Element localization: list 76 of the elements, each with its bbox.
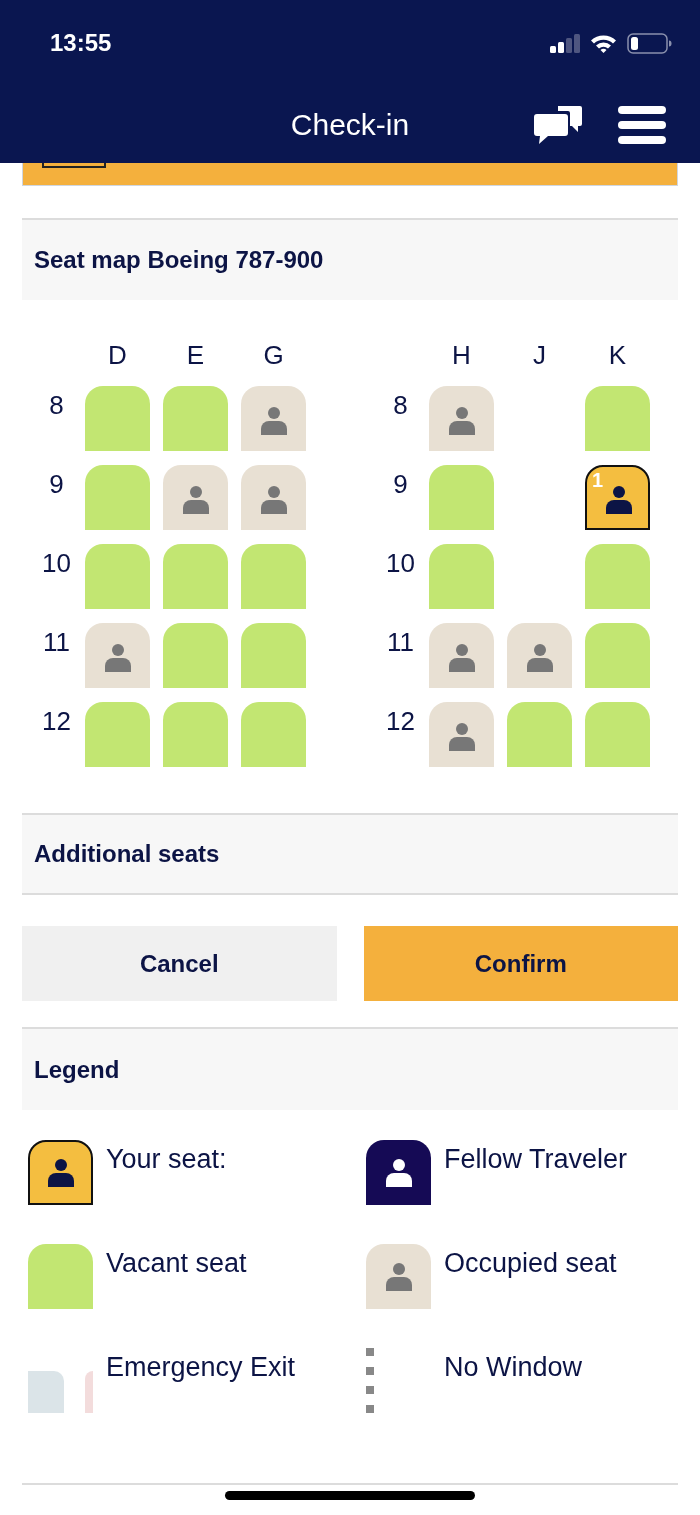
person-icon <box>448 643 475 672</box>
vacant-seat[interactable] <box>85 465 150 530</box>
vacant-seat[interactable] <box>585 623 650 688</box>
row-number: 10 <box>42 548 71 578</box>
vacant-seat[interactable] <box>585 702 650 767</box>
row-number: 11 <box>43 627 70 657</box>
vacant-seat[interactable] <box>241 702 306 767</box>
column-letter: H <box>451 340 472 370</box>
row-number: 9 <box>393 469 408 499</box>
vacant-seat[interactable] <box>585 544 650 609</box>
legend-label: Occupied seat <box>444 1247 617 1279</box>
frame-icon <box>42 163 106 168</box>
person-icon <box>260 485 287 514</box>
occupied-seat[interactable] <box>429 386 494 451</box>
row-number: 11 <box>387 627 414 657</box>
occupied-seat[interactable] <box>507 623 572 688</box>
section-header: Legend <box>22 1027 678 1110</box>
person-icon <box>448 406 475 435</box>
vacant-seat[interactable] <box>85 702 150 767</box>
page-title: Check-in <box>290 106 410 143</box>
column-letter: E <box>185 340 206 370</box>
vacant-seat[interactable] <box>507 702 572 767</box>
seat-person-icon <box>366 1244 431 1309</box>
seat-person-icon <box>366 1140 431 1205</box>
confirm-button[interactable]: Confirm <box>363 926 678 1001</box>
legend-label: Your seat: <box>106 1143 227 1175</box>
vacant-seat[interactable] <box>85 386 150 451</box>
legend-label: No Window <box>444 1351 583 1383</box>
vacant-seat[interactable] <box>429 465 494 530</box>
chat-icon[interactable] <box>534 105 582 144</box>
person-icon <box>605 485 632 514</box>
dotted-line-icon <box>366 1348 374 1413</box>
vacant-seat[interactable] <box>163 386 228 451</box>
person-icon <box>526 643 553 672</box>
exit-seats-icon <box>28 1371 93 1413</box>
person-icon <box>182 485 209 514</box>
legend-label: Vacant seat <box>106 1247 247 1279</box>
signal-icon <box>550 33 580 53</box>
row-number: 8 <box>393 390 408 420</box>
row-number: 10 <box>386 548 415 578</box>
legend-label: Fellow Traveler <box>444 1143 628 1175</box>
row-number: 12 <box>42 706 71 736</box>
section-header: Additional seats <box>22 813 678 895</box>
column-letter: G <box>262 340 285 370</box>
person-icon <box>448 722 475 751</box>
vacant-seat[interactable] <box>163 702 228 767</box>
occupied-seat[interactable] <box>429 623 494 688</box>
occupied-seat[interactable] <box>85 623 150 688</box>
vacant-seat[interactable] <box>429 544 494 609</box>
row-number: 9 <box>49 469 64 499</box>
vacant-seat[interactable] <box>163 544 228 609</box>
occupied-seat[interactable] <box>163 465 228 530</box>
row-number: 12 <box>386 706 415 736</box>
column-letter: K <box>607 340 628 370</box>
vacant-seat[interactable] <box>585 386 650 451</box>
column-letter: D <box>107 340 128 370</box>
column-letter: J <box>532 340 547 370</box>
status-time: 13:55 <box>50 28 112 58</box>
person-icon <box>104 643 131 672</box>
vacant-seat[interactable] <box>85 544 150 609</box>
occupied-seat[interactable] <box>241 386 306 451</box>
section-header: Seat map Boeing 787-900 <box>22 218 678 300</box>
person-icon <box>260 406 287 435</box>
seat-icon <box>28 1244 93 1309</box>
vacant-seat[interactable] <box>241 623 306 688</box>
menu-icon[interactable] <box>618 105 666 144</box>
seat-person-icon <box>28 1140 93 1205</box>
occupied-seat[interactable] <box>429 702 494 767</box>
occupied-seat[interactable] <box>241 465 306 530</box>
legend-label: Emergency Exit <box>106 1351 296 1383</box>
cancel-button[interactable]: Cancel <box>22 926 337 1001</box>
vacant-seat[interactable] <box>163 623 228 688</box>
vacant-seat[interactable] <box>241 544 306 609</box>
wifi-icon <box>590 33 617 53</box>
row-number: 8 <box>49 390 64 420</box>
battery-icon <box>627 32 672 54</box>
